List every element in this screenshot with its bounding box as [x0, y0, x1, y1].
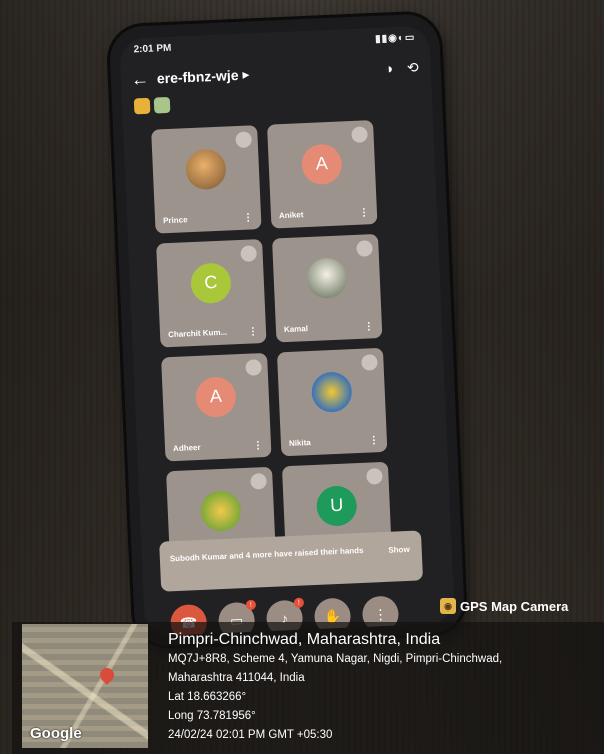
- show-raised-hands-button[interactable]: Show: [388, 545, 410, 555]
- more-options-icon[interactable]: ⋮: [364, 321, 374, 332]
- participant-name: Kamal: [283, 324, 309, 335]
- avatar: [199, 489, 242, 532]
- pin-icon[interactable]: [240, 245, 257, 262]
- reaction-chips: [133, 96, 171, 115]
- latitude: Lat 18.663266°: [168, 691, 247, 703]
- gps-camera-icon: ◉: [440, 598, 456, 614]
- participant-tile[interactable]: C Charchit Kum... ⋮: [156, 239, 267, 348]
- participant-tile[interactable]: Prince ⋮: [151, 125, 262, 234]
- caret-right-icon[interactable]: ▶: [242, 69, 249, 80]
- pin-icon[interactable]: [366, 467, 383, 485]
- more-options-icon[interactable]: ⋮: [243, 212, 253, 223]
- status-bar: 2:01 PM ▮▮◉◐▭: [133, 32, 415, 58]
- participant-name: Aniket: [278, 210, 304, 221]
- more-options-icon[interactable]: ⋮: [359, 207, 369, 218]
- participant-name: Charchit Kum...: [167, 327, 228, 340]
- avatar: A: [300, 143, 343, 185]
- location-city: Pimpri-Chinchwad, Maharashtra, India: [168, 631, 441, 648]
- avatar: C: [190, 262, 232, 304]
- raised-hands-banner: Subodh Kumar and 4 more have raised thei…: [159, 530, 424, 592]
- participant-grid: Prince ⋮ A Aniket ⋮ C Charchit Kum... ⋮ …: [151, 120, 393, 576]
- raised-hands-message: Subodh Kumar and 4 more have raised thei…: [169, 545, 364, 564]
- more-options-icon[interactable]: ⋮: [369, 435, 379, 446]
- address-line-1: MQ7J+8R8, Scheme 4, Yamuna Nagar, Nigdi,…: [168, 653, 503, 665]
- satellite-map-thumbnail: Google: [22, 624, 148, 748]
- avatar: U: [315, 484, 358, 527]
- pin-icon[interactable]: [250, 473, 267, 490]
- participant-chip[interactable]: [153, 96, 171, 114]
- gps-app-label: GPS Map Camera: [460, 598, 569, 614]
- warning-badge: !: [245, 599, 257, 611]
- participant-tile[interactable]: Nikita ⋮: [276, 347, 388, 457]
- audio-output-icon[interactable]: ◑: [384, 60, 393, 77]
- hand-raised-chip[interactable]: [133, 97, 151, 115]
- back-arrow-icon[interactable]: ←: [130, 68, 157, 90]
- phone-screen: 2:01 PM ▮▮◉◐▭ ← ere-fbnz-wje ▶ ◑ ⟲ Princ…: [119, 25, 455, 637]
- location-details: Pimpri-Chinchwad, Maharashtra, India MQ7…: [168, 630, 502, 745]
- avatar: [185, 148, 227, 190]
- participant-name: Prince: [162, 215, 188, 226]
- pin-icon[interactable]: [351, 126, 368, 143]
- participant-tile[interactable]: Kamal ⋮: [271, 233, 383, 343]
- address-line-2: Maharashtra 411044, India: [168, 672, 305, 684]
- warning-badge: !: [293, 597, 305, 608]
- smartphone: 2:01 PM ▮▮◉◐▭ ← ere-fbnz-wje ▶ ◑ ⟲ Princ…: [108, 13, 466, 647]
- avatar: A: [194, 375, 237, 418]
- pin-icon[interactable]: [356, 240, 373, 257]
- participant-name: Nikita: [288, 438, 311, 449]
- map-brand: Google: [30, 725, 82, 742]
- meeting-code[interactable]: ere-fbnz-wje: [157, 67, 239, 87]
- more-options-icon[interactable]: ⋮: [248, 326, 258, 337]
- switch-camera-icon[interactable]: ⟲: [407, 59, 419, 76]
- gps-app-tag: ◉ GPS Map Camera: [440, 598, 568, 614]
- status-icons: ▮▮◉◐▭: [374, 32, 416, 45]
- map-pin-icon: [97, 665, 117, 685]
- avatar: [310, 370, 353, 413]
- timestamp: 24/02/24 02:01 PM GMT +05:30: [168, 729, 333, 741]
- participant-tile[interactable]: A Aniket ⋮: [267, 120, 378, 229]
- more-options-icon[interactable]: ⋮: [253, 440, 263, 451]
- longitude: Long 73.781956°: [168, 710, 256, 722]
- call-header: ← ere-fbnz-wje ▶ ◑ ⟲: [130, 54, 419, 93]
- pin-icon[interactable]: [235, 131, 252, 149]
- participant-name: Adheer: [172, 442, 201, 454]
- avatar: [305, 256, 348, 299]
- pin-icon[interactable]: [245, 359, 262, 376]
- status-time: 2:01 PM: [133, 42, 172, 56]
- participant-tile[interactable]: A Adheer ⋮: [161, 352, 272, 462]
- pin-icon[interactable]: [361, 354, 378, 371]
